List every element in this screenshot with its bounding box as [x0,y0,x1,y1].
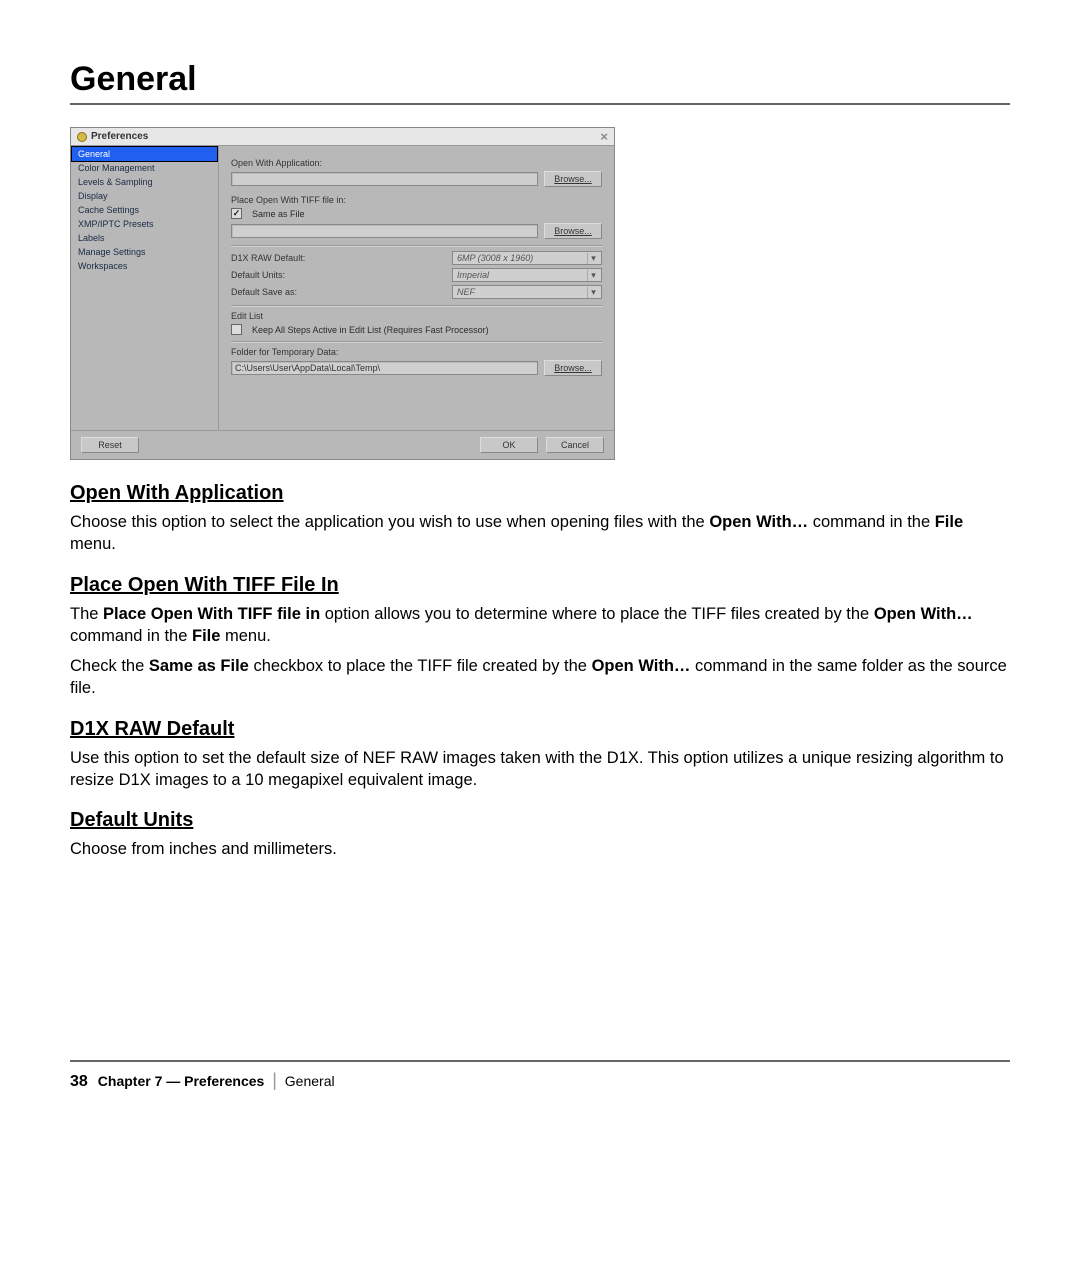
footer-separator: | [268,1070,281,1090]
browse-open-with-button[interactable]: Browse... [544,171,602,187]
chevron-down-icon: ▾ [587,270,599,281]
paragraph: Check the Same as File checkbox to place… [70,655,1010,700]
sidebar-item-general[interactable]: General [72,147,217,161]
default-units-value: Imperial [457,270,489,280]
dialog-button-bar: Reset OK Cancel [71,430,614,459]
open-with-app-input[interactable] [231,172,538,186]
footer-chapter: Chapter 7 — Preferences [98,1073,265,1089]
d1x-raw-default-value: 6MP (3008 x 1960) [457,253,533,263]
temp-folder-input[interactable] [231,361,538,375]
default-saveas-select[interactable]: NEF ▾ [452,285,602,299]
temp-folder-label: Folder for Temporary Data: [231,347,602,357]
default-units-select[interactable]: Imperial ▾ [452,268,602,282]
default-units-label: Default Units: [231,270,285,280]
default-saveas-value: NEF [457,287,475,297]
paragraph: Choose from inches and millimeters. [70,838,1010,860]
sidebar-item-levels-sampling[interactable]: Levels & Sampling [72,175,217,189]
heading-open-with-application: Open With Application [70,482,1010,505]
divider [231,341,602,343]
page-title: General [70,60,1010,105]
footer-rule [70,1060,1010,1062]
paragraph: Use this option to set the default size … [70,747,1010,792]
browse-tiff-folder-button[interactable]: Browse... [544,223,602,239]
close-icon[interactable]: × [600,129,608,144]
place-tiff-path-input[interactable] [231,224,538,238]
app-icon [77,132,87,142]
sidebar-item-labels[interactable]: Labels [72,231,217,245]
chevron-down-icon: ▾ [587,287,599,298]
keep-steps-checkbox[interactable]: ✓ [231,324,242,335]
preferences-sidebar: General Color Management Levels & Sampli… [71,146,219,430]
heading-place-open-with-tiff: Place Open With TIFF File In [70,574,1010,597]
reset-button[interactable]: Reset [81,437,139,453]
default-saveas-label: Default Save as: [231,287,297,297]
same-as-file-checkbox[interactable]: ✓ [231,208,242,219]
sidebar-item-display[interactable]: Display [72,189,217,203]
preferences-dialog: Preferences × General Color Management L… [70,127,615,460]
dialog-title: Preferences [91,131,148,142]
d1x-raw-default-label: D1X RAW Default: [231,253,305,263]
page-footer: 38 Chapter 7 — Preferences | General [70,1070,1010,1091]
page-number: 38 [70,1073,88,1091]
chevron-down-icon: ▾ [587,253,599,264]
d1x-raw-default-select[interactable]: 6MP (3008 x 1960) ▾ [452,251,602,265]
heading-default-units: Default Units [70,809,1010,832]
sidebar-item-workspaces[interactable]: Workspaces [72,259,217,273]
same-as-file-label: Same as File [252,209,305,219]
heading-d1x-raw-default: D1X RAW Default [70,718,1010,741]
sidebar-item-color-management[interactable]: Color Management [72,161,217,175]
paragraph: Choose this option to select the applica… [70,511,1010,556]
footer-section: General [285,1073,335,1089]
sidebar-item-cache-settings[interactable]: Cache Settings [72,203,217,217]
sidebar-item-xmp-iptc-presets[interactable]: XMP/IPTC Presets [72,217,217,231]
preferences-main-panel: Open With Application: Browse... Place O… [219,146,614,430]
paragraph: The Place Open With TIFF file in option … [70,603,1010,648]
edit-list-label: Edit List [231,311,602,321]
open-with-app-label: Open With Application: [231,158,602,168]
divider [231,245,602,247]
divider [231,305,602,307]
keep-steps-label: Keep All Steps Active in Edit List (Requ… [252,325,489,335]
cancel-button[interactable]: Cancel [546,437,604,453]
browse-temp-folder-button[interactable]: Browse... [544,360,602,376]
dialog-titlebar: Preferences × [71,128,614,146]
sidebar-item-manage-settings[interactable]: Manage Settings [72,245,217,259]
ok-button[interactable]: OK [480,437,538,453]
place-tiff-label: Place Open With TIFF file in: [231,195,602,205]
